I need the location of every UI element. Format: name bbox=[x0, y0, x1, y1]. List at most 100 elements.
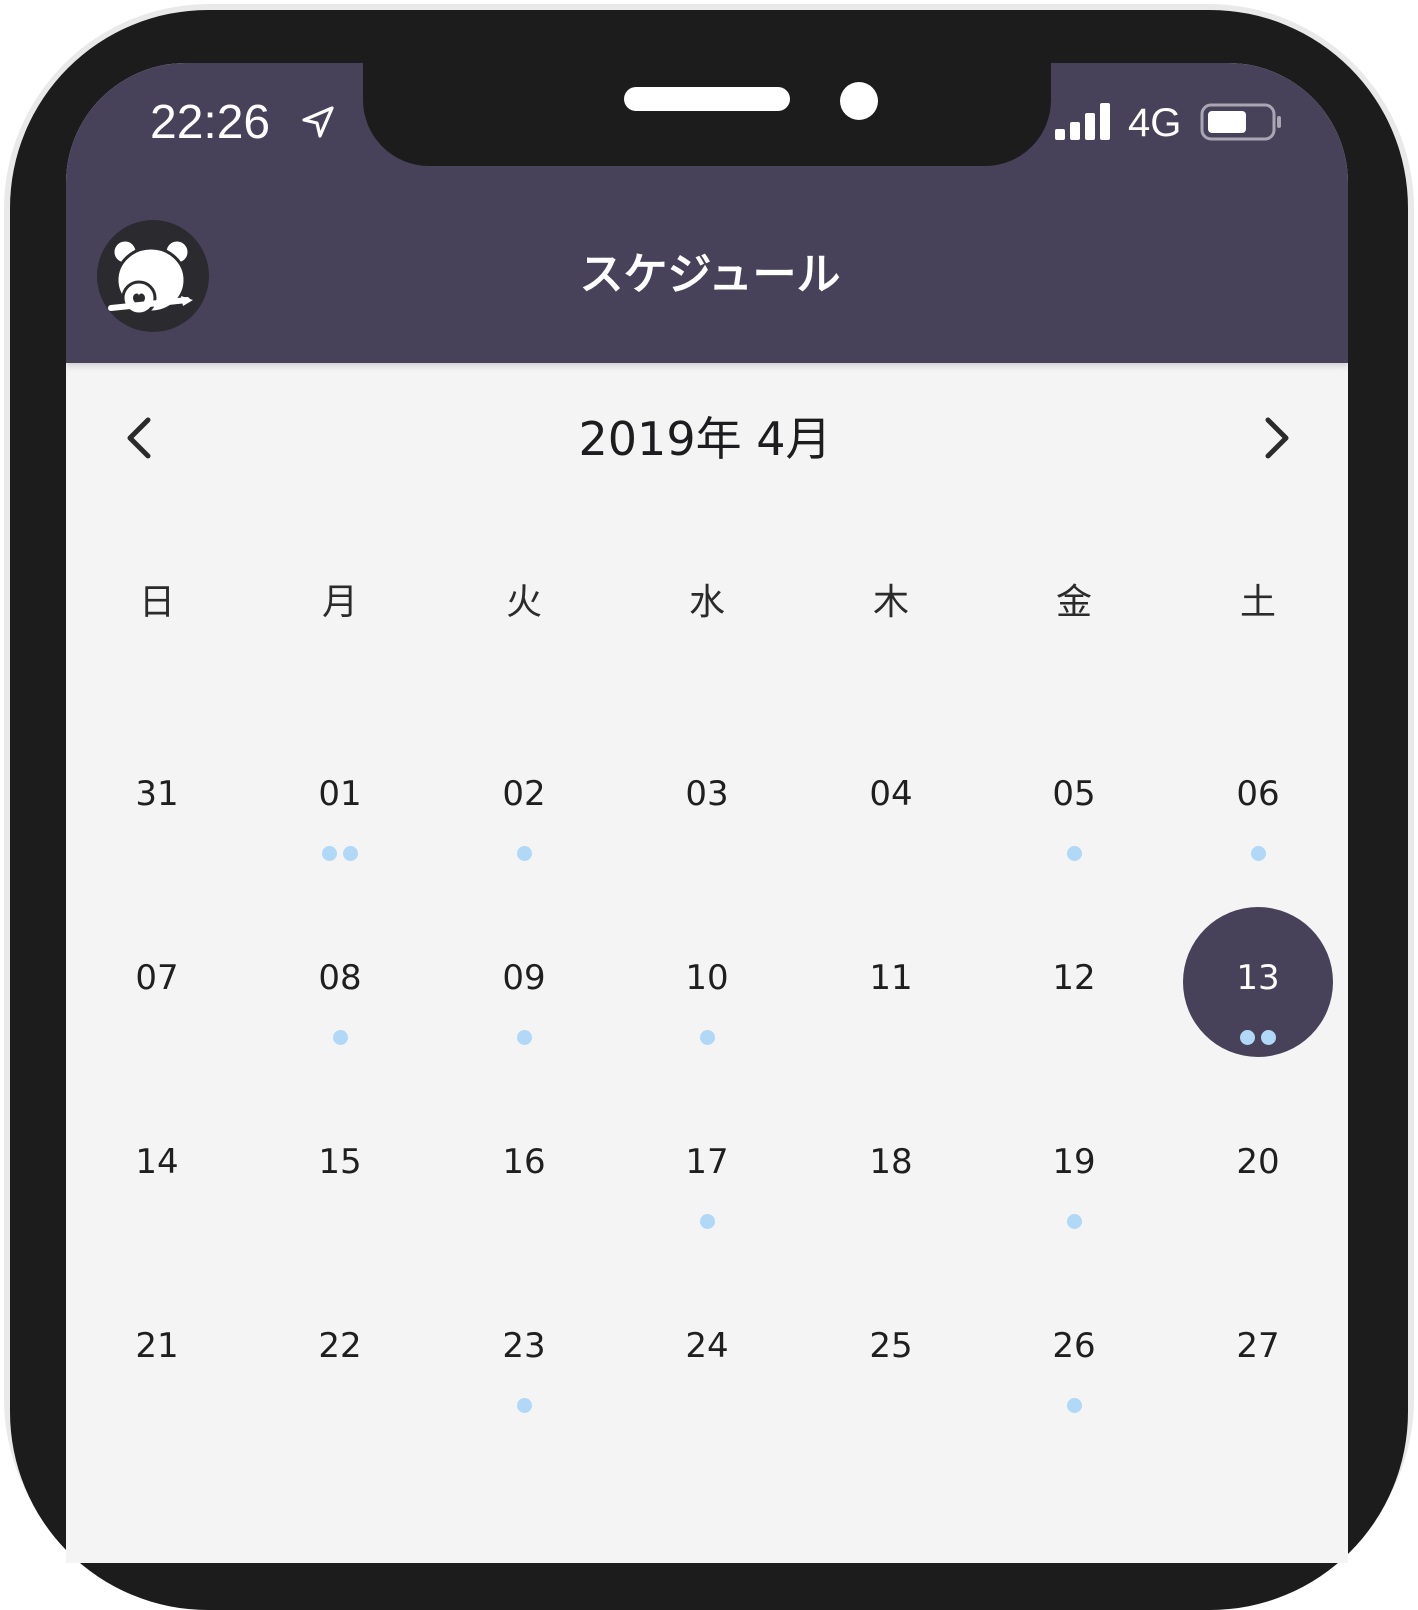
event-dot-icon bbox=[322, 846, 337, 861]
calendar-day[interactable]: 31 bbox=[82, 723, 232, 873]
event-dot-icon bbox=[516, 1398, 532, 1413]
chevron-right-icon[interactable] bbox=[1256, 414, 1296, 462]
event-dot-icon bbox=[1066, 1398, 1082, 1413]
calendar-day-number: 01 bbox=[318, 774, 362, 814]
event-dot-icon bbox=[1240, 1030, 1255, 1045]
calendar-day-selected[interactable]: 13 bbox=[1183, 907, 1333, 1057]
network-type-label: 4G bbox=[1128, 101, 1182, 145]
calendar-day-number: 09 bbox=[502, 958, 546, 998]
calendar-day[interactable]: 17 bbox=[632, 1091, 782, 1241]
weekday-tue: 火 bbox=[505, 582, 542, 623]
calendar-day[interactable]: 01 bbox=[265, 723, 415, 873]
event-dots bbox=[999, 1214, 1149, 1230]
profile-avatar[interactable] bbox=[97, 220, 209, 332]
front-camera bbox=[840, 82, 878, 120]
calendar-day-number: 02 bbox=[502, 774, 546, 814]
calendar-day-number: 21 bbox=[135, 1326, 179, 1366]
calendar-day[interactable]: 07 bbox=[82, 907, 232, 1057]
calendar-day[interactable]: 11 bbox=[816, 907, 966, 1057]
event-dot-icon bbox=[1066, 846, 1082, 861]
event-dot-icon bbox=[1261, 1030, 1276, 1045]
calendar-day[interactable]: 22 bbox=[265, 1275, 415, 1425]
calendar-day-number: 22 bbox=[318, 1326, 362, 1366]
chevron-left-icon[interactable] bbox=[120, 414, 160, 462]
calendar-day[interactable]: 02 bbox=[449, 723, 599, 873]
calendar-day[interactable]: 21 bbox=[82, 1275, 232, 1425]
calendar-day[interactable]: 19 bbox=[999, 1091, 1149, 1241]
event-dot-icon bbox=[343, 846, 358, 861]
calendar-day-number: 04 bbox=[869, 774, 913, 814]
calendar-day[interactable]: 12 bbox=[999, 907, 1149, 1057]
event-dot-icon bbox=[699, 1030, 715, 1045]
calendar-day[interactable]: 23 bbox=[449, 1275, 599, 1425]
weekday-sat: 土 bbox=[1239, 582, 1276, 623]
weekday-fri: 金 bbox=[1055, 582, 1092, 623]
calendar-day-number: 25 bbox=[869, 1326, 913, 1366]
calendar-day[interactable]: 20 bbox=[1183, 1091, 1333, 1241]
calendar-day[interactable]: 05 bbox=[999, 723, 1149, 873]
page-title: スケジュール bbox=[579, 249, 841, 300]
month-title: 2019年 4月 bbox=[578, 412, 832, 466]
weekday-thu: 木 bbox=[872, 582, 909, 623]
calendar-day-number: 13 bbox=[1236, 958, 1280, 998]
calendar-day-number: 11 bbox=[869, 958, 913, 998]
calendar-day[interactable]: 26 bbox=[999, 1275, 1149, 1425]
calendar-day-number: 08 bbox=[318, 958, 362, 998]
location-arrow-icon bbox=[302, 106, 334, 138]
event-dots bbox=[1183, 1030, 1333, 1046]
calendar-day[interactable]: 16 bbox=[449, 1091, 599, 1241]
event-dot-icon bbox=[516, 846, 532, 861]
calendar-day[interactable]: 06 bbox=[1183, 723, 1333, 873]
battery-icon bbox=[1200, 103, 1281, 141]
calendar-day-number: 19 bbox=[1052, 1142, 1096, 1182]
event-dots bbox=[449, 846, 599, 862]
signal-bars-icon bbox=[1055, 103, 1110, 140]
calendar-day[interactable]: 25 bbox=[816, 1275, 966, 1425]
calendar-day[interactable]: 18 bbox=[816, 1091, 966, 1241]
calendar-day[interactable]: 10 bbox=[632, 907, 782, 1057]
event-dots bbox=[449, 1398, 599, 1414]
status-time: 22:26 bbox=[150, 96, 271, 149]
event-dots bbox=[449, 1030, 599, 1046]
calendar-day-number: 05 bbox=[1052, 774, 1096, 814]
calendar-day-number: 15 bbox=[318, 1142, 362, 1182]
calendar-day[interactable]: 15 bbox=[265, 1091, 415, 1241]
calendar-day-number: 31 bbox=[135, 774, 179, 814]
weekday-wed: 水 bbox=[688, 582, 725, 623]
calendar-day-number: 23 bbox=[502, 1326, 546, 1366]
calendar-day-number: 14 bbox=[135, 1142, 179, 1182]
calendar-day[interactable]: 03 bbox=[632, 723, 782, 873]
event-dot-icon bbox=[332, 1030, 348, 1045]
calendar-day[interactable]: 27 bbox=[1183, 1275, 1333, 1425]
event-dot-icon bbox=[516, 1030, 532, 1045]
event-dot-icon bbox=[699, 1214, 715, 1229]
calendar-day-number: 26 bbox=[1052, 1326, 1096, 1366]
event-dots bbox=[999, 1398, 1149, 1414]
calendar-day-number: 24 bbox=[685, 1326, 729, 1366]
bear-avatar-icon bbox=[108, 238, 193, 316]
calendar-day-number: 27 bbox=[1236, 1326, 1280, 1366]
event-dots bbox=[999, 846, 1149, 862]
event-dots bbox=[265, 846, 415, 862]
calendar-day[interactable]: 14 bbox=[82, 1091, 232, 1241]
calendar-day-number: 16 bbox=[502, 1142, 546, 1182]
calendar-day-number: 20 bbox=[1236, 1142, 1280, 1182]
weekday-sun: 日 bbox=[138, 582, 175, 623]
calendar-day-number: 03 bbox=[685, 774, 729, 814]
calendar-day-number: 12 bbox=[1052, 958, 1096, 998]
calendar-day-number: 18 bbox=[869, 1142, 913, 1182]
event-dot-icon bbox=[1250, 846, 1266, 861]
calendar-day-number: 10 bbox=[685, 958, 729, 998]
calendar-day-number: 06 bbox=[1236, 774, 1280, 814]
event-dots bbox=[1183, 846, 1333, 862]
event-dots bbox=[632, 1214, 782, 1230]
calendar-day[interactable]: 04 bbox=[816, 723, 966, 873]
speaker-grille bbox=[624, 87, 790, 111]
calendar-day-number: 17 bbox=[685, 1142, 729, 1182]
calendar-day[interactable]: 08 bbox=[265, 907, 415, 1057]
event-dots bbox=[265, 1030, 415, 1046]
event-dots bbox=[632, 1030, 782, 1046]
calendar-day[interactable]: 09 bbox=[449, 907, 599, 1057]
calendar-day-number: 07 bbox=[135, 958, 179, 998]
calendar-day[interactable]: 24 bbox=[632, 1275, 782, 1425]
